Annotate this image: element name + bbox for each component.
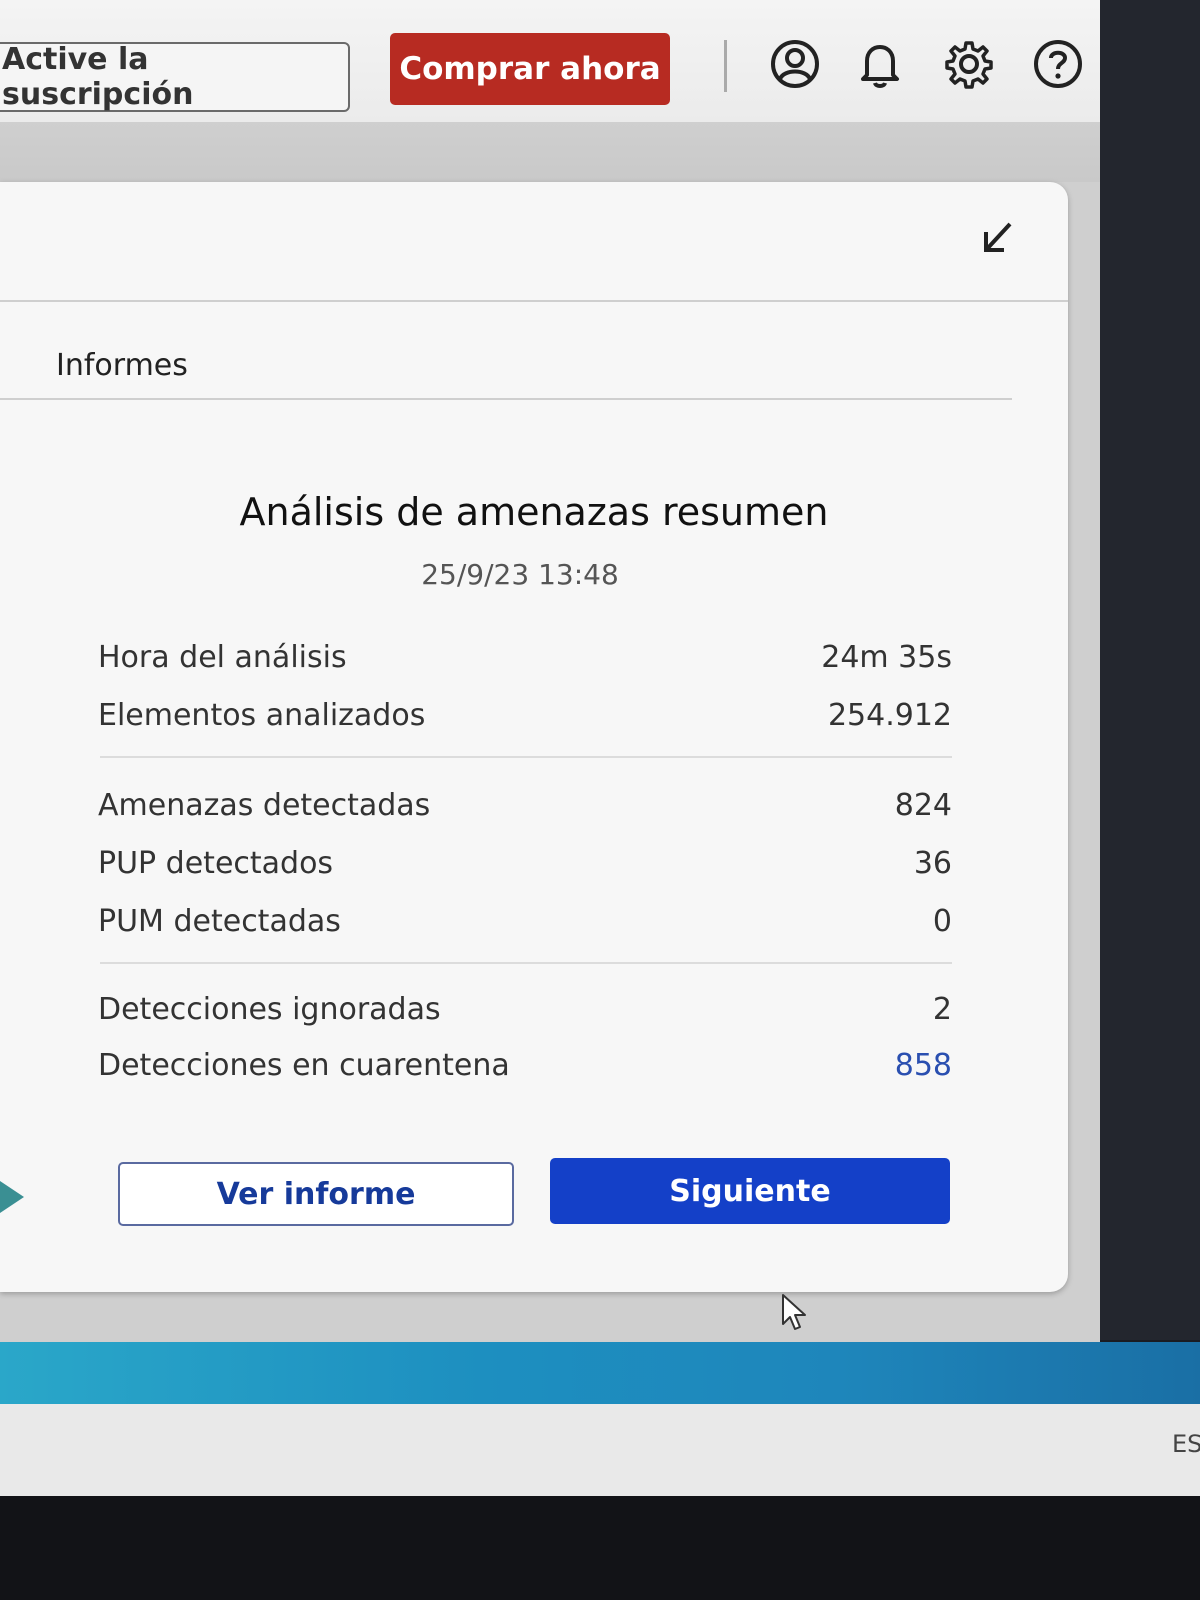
stat-label: Hora del análisis (98, 640, 347, 675)
panel-background: Informes Análisis de amenazas resumen 25… (0, 182, 1100, 1342)
stat-label: Elementos analizados (98, 698, 426, 733)
stat-value: 36 (913, 846, 952, 881)
stat-label: Detecciones en cuarentena (98, 1048, 510, 1083)
stat-row-scan-time: Hora del análisis 24m 35s (98, 640, 952, 675)
account-icon[interactable] (768, 37, 822, 91)
stat-row-items-scanned: Elementos analizados 254.912 (98, 698, 952, 733)
summary-title: Análisis de amenazas resumen (239, 490, 829, 534)
stat-label: PUP detectados (98, 846, 334, 881)
view-report-button[interactable]: Ver informe (118, 1162, 514, 1226)
stat-label: PUM detectadas (98, 904, 341, 939)
gear-icon[interactable] (942, 37, 996, 91)
stats-divider (100, 756, 952, 758)
monitor-bottom-bezel (0, 1496, 1200, 1600)
help-icon[interactable] (1031, 37, 1085, 91)
app-header: Active la suscripción Comprar ahora (0, 0, 1100, 136)
quarantine-count-link[interactable]: 858 (895, 1048, 952, 1083)
stat-label: Detecciones ignoradas (98, 992, 441, 1027)
stat-row-threats: Amenazas detectadas 824 (98, 788, 952, 823)
scan-summary-panel: Informes Análisis de amenazas resumen 25… (0, 182, 1068, 1330)
stat-value: 254.912 (827, 698, 952, 733)
stat-value: 2 (932, 992, 952, 1027)
bell-icon[interactable] (853, 37, 907, 91)
collapse-arrow-icon[interactable] (978, 218, 1018, 258)
stat-value: 0 (932, 904, 952, 939)
buy-now-button[interactable]: Comprar ahora (390, 33, 670, 105)
summary-date: 25/9/23 13:48 (421, 558, 619, 591)
panel-header (0, 182, 1068, 302)
header-shadow (0, 122, 1100, 182)
stat-row-quarantine: Detecciones en cuarentena 858 (98, 1048, 952, 1083)
stats-divider (100, 962, 952, 964)
desktop-background (0, 1342, 1200, 1404)
expand-arrow-icon[interactable] (0, 1177, 28, 1217)
section-title: Informes (56, 348, 188, 383)
next-button[interactable]: Siguiente (550, 1158, 950, 1224)
stat-label: Amenazas detectadas (98, 788, 431, 823)
taskbar (0, 1404, 1200, 1496)
stat-row-ignored: Detecciones ignoradas 2 (98, 992, 952, 1027)
stat-row-pum: PUM detectadas 0 (98, 904, 952, 939)
mouse-cursor-icon (782, 1294, 806, 1330)
activate-subscription-button[interactable]: Active la suscripción (0, 42, 350, 112)
language-indicator[interactable]: ES (1172, 1430, 1200, 1458)
header-divider (724, 40, 727, 92)
stat-row-pup: PUP detectados 36 (98, 846, 952, 881)
stat-value: 824 (894, 788, 952, 823)
section-divider (0, 398, 1012, 400)
stat-value: 24m 35s (821, 640, 952, 675)
monitor-bezel (1100, 0, 1200, 1340)
